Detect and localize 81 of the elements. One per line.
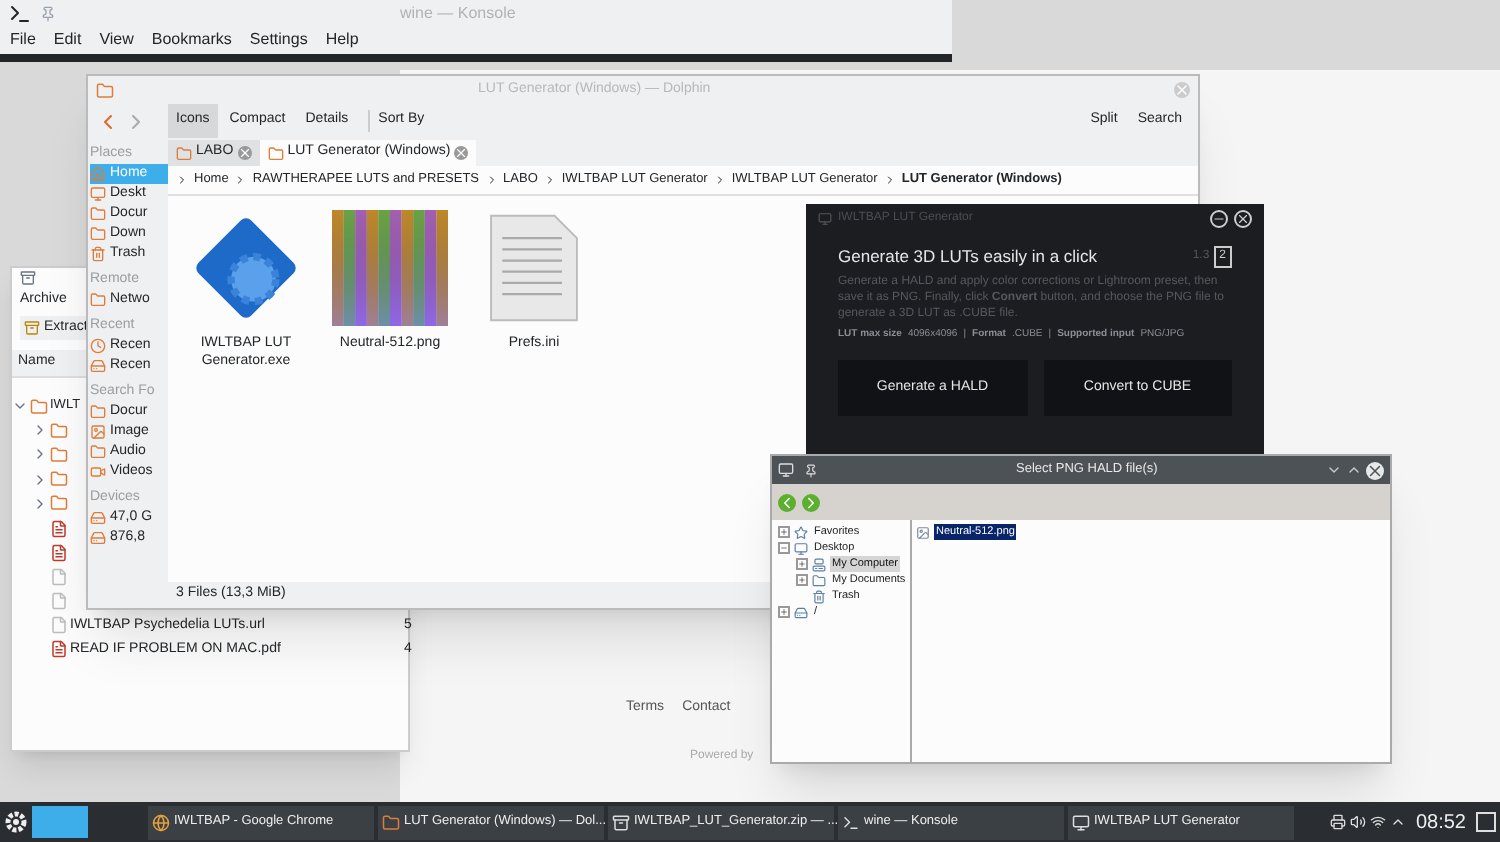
maximize-icon[interactable] (1346, 462, 1362, 478)
close-tab-icon[interactable] (454, 146, 469, 160)
file-icon (50, 616, 68, 635)
separator-icon (713, 174, 726, 186)
image-thumbnail (332, 210, 448, 326)
show-desktop-button[interactable] (1476, 812, 1496, 832)
separator-icon (176, 174, 188, 186)
folder-icon (90, 206, 106, 222)
trash-icon (90, 246, 106, 262)
folder-icon (382, 813, 400, 831)
monitor-icon (90, 186, 106, 202)
separator-icon (485, 174, 498, 186)
image-file-icon (916, 525, 930, 540)
file-icon (50, 592, 68, 611)
pdf-icon (50, 543, 68, 562)
clock-text[interactable]: 08:52 (1415, 807, 1466, 837)
separator-icon (234, 174, 247, 186)
minimize-icon[interactable] (1210, 209, 1228, 227)
pdf-icon (50, 519, 68, 538)
folder-icon (176, 145, 192, 161)
expand-icon[interactable] (796, 574, 808, 586)
terminal-icon (842, 813, 860, 831)
folder-icon (90, 292, 106, 308)
folder-icon (812, 573, 826, 587)
printer-icon[interactable] (1329, 814, 1346, 830)
monitor-icon (794, 541, 808, 555)
expand-icon[interactable] (778, 526, 790, 538)
menu-item[interactable]: View (99, 28, 134, 52)
image-icon (90, 424, 106, 440)
collapse-icon[interactable] (778, 542, 790, 554)
expand-icon[interactable] (778, 606, 790, 618)
menu-item[interactable]: Bookmarks (151, 28, 232, 52)
trash-icon (812, 589, 826, 603)
close-tab-icon[interactable] (237, 146, 252, 160)
drive-icon (90, 358, 106, 374)
home-icon (90, 166, 106, 182)
file-icon (50, 567, 68, 586)
pin-icon[interactable] (804, 463, 818, 477)
separator-icon (543, 174, 556, 186)
folder-icon (30, 397, 48, 416)
archive-icon (20, 270, 36, 286)
menu-item[interactable]: Settings (249, 28, 308, 52)
menu-item[interactable]: File (10, 28, 36, 52)
drive-icon (90, 530, 106, 546)
globe-icon (152, 813, 170, 831)
app-icon (778, 462, 794, 478)
menu-item[interactable]: Help (325, 28, 359, 52)
window-title: wine — Konsole (400, 2, 516, 26)
folder-icon (267, 145, 284, 161)
minimize-icon[interactable] (1326, 462, 1342, 478)
gear-icon[interactable] (4, 810, 28, 834)
document-icon (486, 212, 582, 324)
folder-icon (50, 494, 68, 513)
close-icon[interactable] (1366, 461, 1384, 479)
folder-icon (90, 404, 106, 420)
folder-icon (90, 444, 106, 460)
wifi-icon[interactable] (1369, 814, 1386, 830)
folder-icon (50, 470, 68, 489)
volume-icon[interactable] (1349, 814, 1366, 830)
monitor-icon (1072, 813, 1090, 831)
folder-icon (50, 421, 68, 440)
separator-icon (883, 174, 896, 186)
clock-icon (90, 338, 106, 354)
back-icon[interactable] (778, 493, 796, 511)
tray-expand-icon[interactable] (1389, 814, 1406, 830)
folder-icon (96, 81, 114, 99)
archive-icon (24, 320, 40, 336)
app-heading: Generate 3D LUTs easily in a click (838, 244, 1099, 270)
archive-icon (612, 813, 630, 831)
folder-icon (50, 445, 68, 464)
drive-icon (794, 605, 808, 619)
expand-icon[interactable] (796, 558, 808, 570)
computer-icon (812, 557, 826, 571)
drive-icon (90, 510, 106, 526)
star-icon (794, 525, 808, 539)
folder-icon (90, 226, 106, 242)
menu-item[interactable]: Edit (53, 28, 82, 52)
pdf-icon (50, 640, 68, 659)
video-icon (90, 464, 106, 480)
app-icon (818, 211, 832, 225)
forward-icon[interactable] (802, 493, 820, 511)
